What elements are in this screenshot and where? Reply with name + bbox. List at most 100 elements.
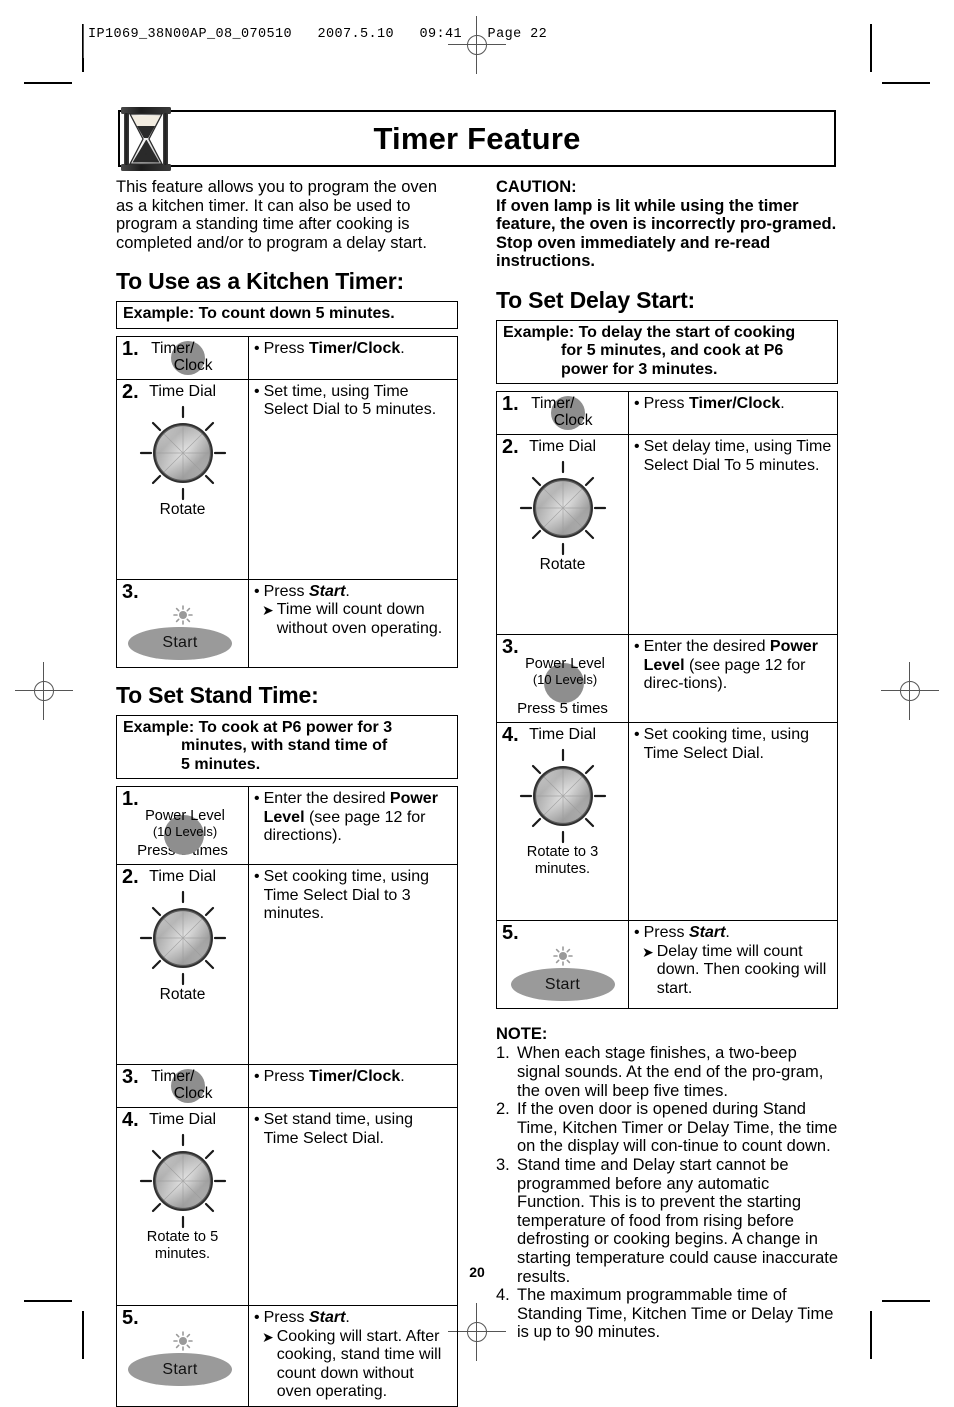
steps-table-kitchen-timer: 1. Timer/ Clock • Press Timer/Clock. 2. … [116, 335, 458, 668]
caution-heading: CAUTION: [496, 178, 577, 196]
start-button[interactable]: Start [128, 1353, 232, 1387]
note-number: 2. [496, 1100, 510, 1119]
start-button-icon[interactable]: Start [122, 1328, 243, 1387]
crop-mark-bottom-left-h [24, 1300, 72, 1302]
start-button-icon[interactable]: Start [502, 943, 623, 1002]
step-desc-cell: • Set delay time, using Time Select Dial… [628, 434, 838, 636]
example-line-2: minutes, with stand time of [181, 737, 388, 755]
list-item: 4. The maximum programmable time of Stan… [496, 1286, 838, 1342]
bullet-item: • Enter the desired Power Level (see pag… [634, 638, 832, 693]
key-label-line1: Timer/ [151, 1068, 195, 1086]
step-desc-cell: • Enter the desired Power Level (see pag… [248, 786, 458, 866]
bullet-item: • Press Start. [254, 1309, 452, 1327]
bullet-dot: • [254, 790, 260, 808]
sunburst-icon [552, 946, 573, 967]
table-row: 1. Timer/ Clock • Press Timer/Clock. [116, 335, 458, 380]
timer-clock-key-icon[interactable]: Timer/ Clock [531, 395, 609, 431]
step-number: 3. [122, 1066, 139, 1089]
key-label-line1: Timer/ [531, 395, 575, 413]
heading-delay-start: To Set Delay Start: [496, 286, 695, 313]
step-number: 4. [502, 724, 519, 747]
caution-body: If oven lamp is lit while using the time… [496, 196, 837, 271]
list-item: 2. If the oven door is opened during Sta… [496, 1100, 838, 1156]
time-dial-label: Time Dial [149, 1111, 217, 1129]
table-row: 3. Start • Press Start. ➤ Time will coun… [116, 578, 458, 668]
example-line-3: 5 minutes. [181, 755, 261, 773]
steps-table-delay-start: 1. Timer/ Clock • Press Timer/Clock. 2. … [496, 391, 838, 1010]
press-5-times-label: Press 5 times [517, 700, 608, 718]
step-number: 2. [502, 436, 519, 459]
example-line-1: Example: To delay the start of cooking [503, 323, 796, 341]
registration-mark-left [15, 662, 73, 720]
time-dial-icon[interactable] [507, 458, 619, 556]
time-dial-icon[interactable] [127, 403, 239, 501]
bullet-text: Set time, using Time Select Dial to 5 mi… [263, 382, 437, 419]
result-text: Time will count down without oven operat… [276, 601, 443, 637]
result-item: ➤ Cooking will start. After cooking, sta… [254, 1328, 452, 1402]
key-label: Power Level (10 Levels) [504, 656, 626, 688]
bullet-text: Set delay time, using Time Select Dial T… [643, 438, 832, 474]
power-level-key-icon[interactable]: Power Level (10 Levels) [504, 656, 626, 704]
step-key-cell: 1. Timer/ Clock [116, 335, 249, 380]
start-button[interactable]: Start [128, 626, 232, 660]
bullet-text: Set cooking time, using Time Select Dial… [263, 868, 430, 923]
dial-caption: Rotate to 3 minutes. [526, 844, 599, 878]
step-key-cell: 1. Power Level (10 Levels) Press 5 times [116, 786, 249, 866]
table-row: 1. Power Level (10 Levels) Press 5 times… [116, 786, 458, 866]
bullet-item: • Set stand time, using Time Select Dial… [254, 1111, 452, 1148]
note-number: 1. [496, 1044, 510, 1063]
key-label-line1: Timer/ [151, 339, 195, 357]
bullet-item: • Press Timer/Clock. [254, 340, 452, 358]
bullet-text: Press Timer/Clock. [263, 1068, 405, 1086]
time-dial-icon[interactable] [127, 1131, 239, 1229]
step-number: 1. [122, 337, 139, 360]
example-line: Example: To count down 5 minutes. [123, 305, 395, 323]
key-label-line1: Power Level [525, 656, 605, 673]
time-dial-icon[interactable] [507, 746, 619, 844]
bullet-text: Press Timer/Clock. [643, 395, 785, 413]
example-box-kitchen-timer: Example: To count down 5 minutes. [116, 301, 458, 329]
step-key-cell: 3. Start [116, 578, 249, 668]
bullet-text: Enter the desired Power Level (see page … [643, 638, 818, 693]
step-desc-cell: • Set cooking time, using Time Select Di… [248, 864, 458, 1066]
example-line-2: for 5 minutes, and cook at P6 [561, 342, 784, 360]
bullet-dot: • [254, 1309, 260, 1327]
time-dial-label: Time Dial [149, 868, 217, 886]
step-number: 4. [122, 1109, 139, 1132]
timer-clock-key-icon[interactable]: Timer/ Clock [151, 1068, 229, 1104]
bullet-item: • Set cooking time, using Time Select Di… [634, 726, 832, 763]
page-number: 20 [469, 1264, 485, 1280]
step-number: 3. [122, 580, 139, 603]
bullet-item: • Press Timer/Clock. [634, 395, 832, 413]
heading-kitchen-timer: To Use as a Kitchen Timer: [116, 268, 404, 295]
note-text: When each stage finishes, a two-beep sig… [517, 1044, 824, 1100]
bullet-item: • Press Start. [634, 924, 832, 942]
step-key-cell: 5. Start [496, 920, 629, 1010]
note-heading: NOTE: [496, 1025, 548, 1044]
start-button[interactable]: Start [510, 968, 615, 1002]
step-desc-cell: • Set time, using Time Select Dial to 5 … [248, 378, 458, 580]
table-row: 5. Start [496, 920, 838, 1010]
bullet-text: Press Start. [263, 582, 350, 600]
timer-clock-key-icon[interactable]: Timer/ Clock [151, 339, 229, 375]
page-title: Timer Feature [373, 120, 581, 156]
step-number: 2. [122, 866, 139, 889]
step-desc-cell: • Press Start. ➤ Time will count down wi… [248, 578, 458, 668]
list-item: 1. When each stage finishes, a two-beep … [496, 1044, 838, 1100]
time-dial-label: Time Dial [529, 726, 597, 744]
start-button-icon[interactable]: Start [122, 602, 243, 660]
bullet-dot: • [634, 438, 640, 456]
time-dial-label: Time Dial [529, 438, 597, 456]
note-list: 1. When each stage finishes, a two-beep … [496, 1044, 838, 1342]
dial-caption: Rotate [539, 556, 586, 574]
bullet-dot: • [254, 1068, 260, 1086]
crop-mark-top-left-h [24, 82, 72, 84]
key-label-line2: Clock [553, 412, 593, 430]
bullet-text: Enter the desired Power Level (see page … [263, 790, 438, 845]
bullet-text: Set stand time, using Time Select Dial. [263, 1111, 414, 1147]
time-dial-icon[interactable] [127, 888, 239, 986]
bullet-dot: • [254, 339, 260, 357]
sunburst-icon [172, 1331, 193, 1352]
key-label-line2: Clock [173, 1085, 213, 1103]
power-level-key-icon[interactable]: Power Level (10 Levels) [124, 809, 246, 856]
